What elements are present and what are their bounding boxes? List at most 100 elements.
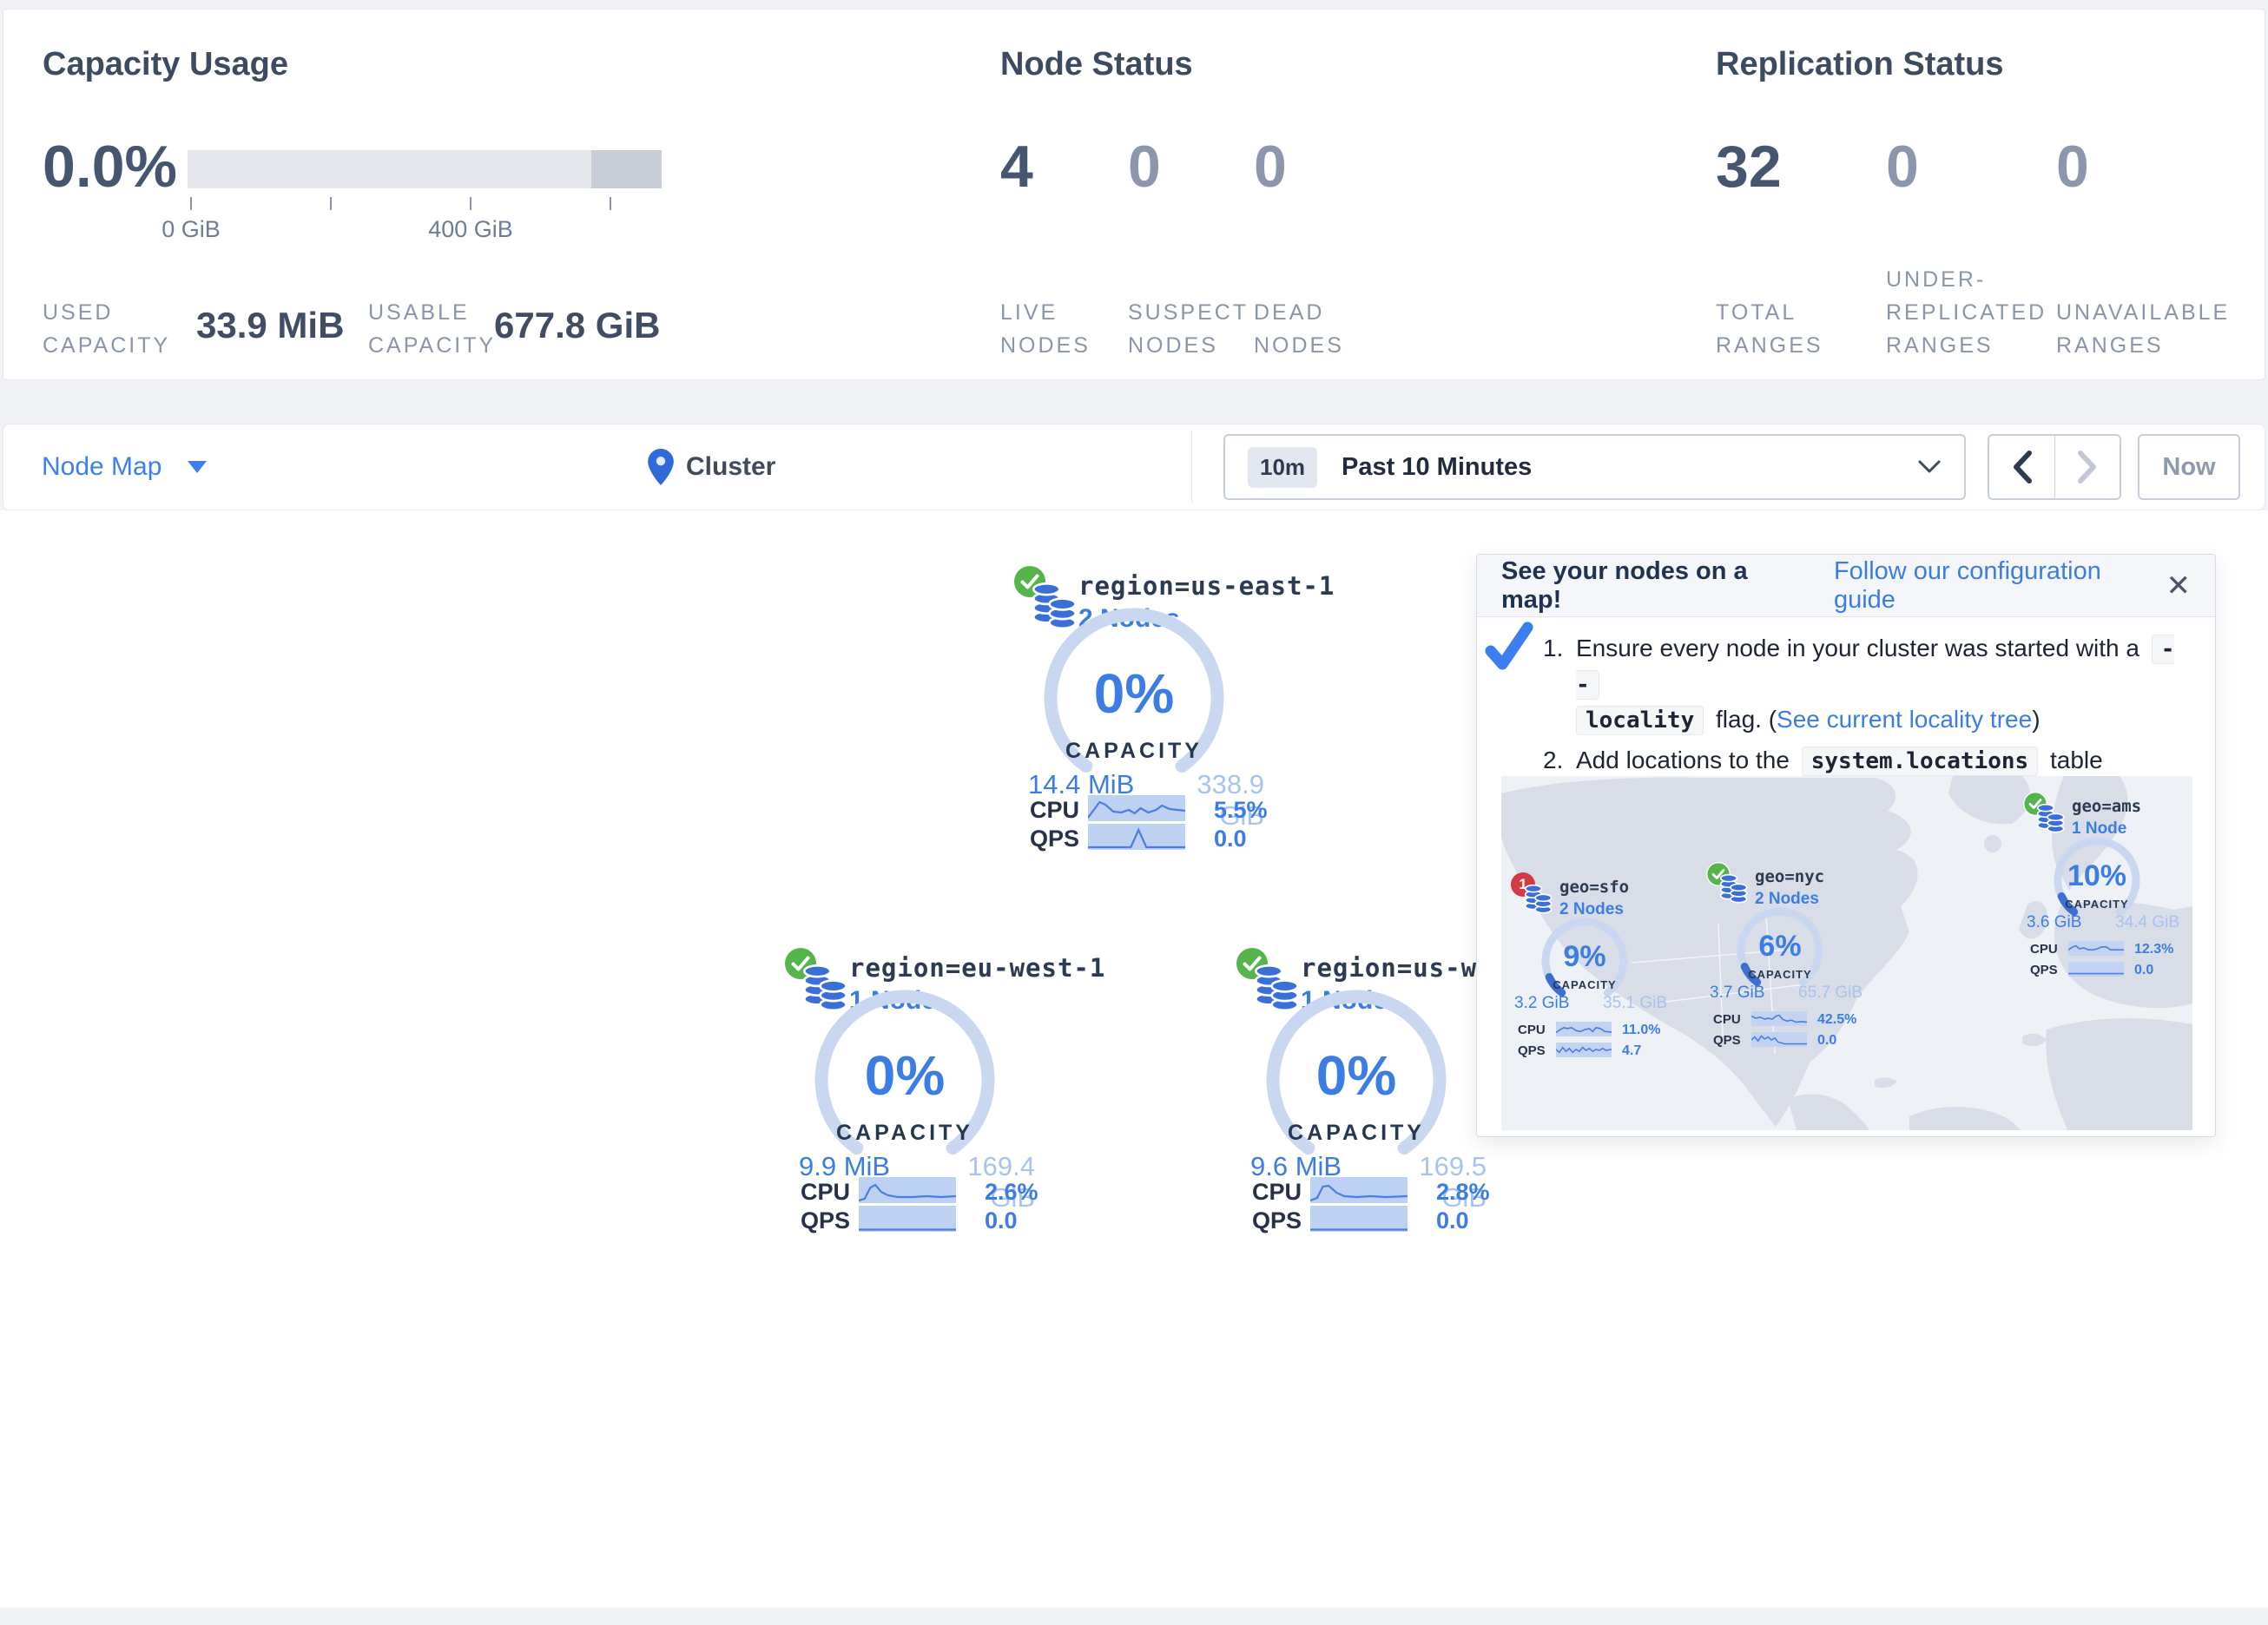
suspect-nodes-label: SUSPECT NODES	[1128, 296, 1258, 362]
capacity-usage-percent: 0.0%	[43, 133, 177, 201]
capacity-usage-title: Capacity Usage	[43, 46, 288, 83]
under-replicated-ranges-count: 0	[1886, 133, 1919, 201]
usable-capacity: 35.1 GiB	[1598, 994, 1667, 1013]
capacity-gauge-percent: 0%	[1038, 661, 1230, 726]
capacity-usage-bar	[188, 150, 662, 188]
replication-status-title: Replication Status	[1716, 46, 2004, 83]
qps-value: 0.0	[1817, 1033, 1836, 1049]
cpu-label: CPU	[2030, 942, 2058, 957]
live-nodes-count: 4	[1000, 133, 1033, 201]
close-icon[interactable]: ✕	[2166, 571, 2192, 601]
capacity-axis-label-400: 400 GiB	[401, 216, 540, 243]
capacity-gauge-label: CAPACITY	[1038, 739, 1230, 764]
now-button[interactable]: Now	[2138, 434, 2240, 500]
qps-value: 0.0	[2134, 963, 2153, 978]
qps-value: 0.0	[1214, 826, 1247, 852]
capacity-gauge-percent: 10%	[2049, 859, 2145, 893]
cpu-label: CPU	[1252, 1179, 1302, 1206]
qps-sparkline	[1556, 1043, 1612, 1057]
breadcrumb[interactable]: Cluster	[648, 424, 775, 510]
time-step-forward-button[interactable]	[2054, 436, 2120, 498]
live-nodes-label: LIVE NODES	[1000, 296, 1113, 362]
capacity-gauge-label: CAPACITY	[2049, 898, 2145, 911]
region-card-us-east-1[interactable]: region=us-east-1 2 Nodes 0% CAPACITY 14.…	[1012, 561, 1308, 860]
cpu-sparkline	[859, 1177, 956, 1203]
locality-name: geo=ams	[2072, 797, 2141, 816]
step-number: 1.	[1543, 631, 1576, 738]
qps-sparkline	[1751, 1032, 1807, 1047]
used-capacity-value: 33.9 MiB	[196, 305, 344, 346]
chevron-right-icon	[2076, 450, 2099, 484]
cpu-sparkline	[1088, 795, 1185, 821]
qps-sparkline	[2068, 962, 2124, 977]
total-ranges-count: 32	[1716, 133, 1782, 201]
region-name: region=eu-west-1	[849, 953, 1105, 983]
used-capacity: 3.6 GiB	[2027, 913, 2081, 932]
cluster-summary-panel: Capacity Usage 0.0% 0 GiB 400 GiB USED C…	[3, 9, 2265, 380]
step-complete-check-icon	[1484, 621, 1534, 671]
usable-capacity: 65.7 GiB	[1793, 984, 1863, 1003]
capacity-gauge-percent: 0%	[1261, 1043, 1452, 1108]
region-name: region=us-east-1	[1078, 571, 1335, 601]
capacity-gauge-percent: 0%	[809, 1043, 1000, 1108]
capacity-axis-tick	[470, 197, 471, 210]
view-selector-dropdown[interactable]: Node Map	[42, 424, 207, 510]
time-range-selector[interactable]: 10m Past 10 Minutes	[1223, 434, 1966, 500]
capacity-axis-tick	[610, 197, 611, 210]
step-text: )	[2032, 706, 2040, 733]
capacity-axis-tick	[190, 197, 192, 210]
dead-nodes-count: 0	[1254, 133, 1287, 201]
cpu-sparkline	[1556, 1022, 1612, 1036]
time-range-label: Past 10 Minutes	[1342, 453, 1532, 482]
cpu-label: CPU	[1713, 1012, 1741, 1027]
used-capacity-label: USED CAPACITY	[43, 296, 186, 362]
locality-tree-link[interactable]: See current locality tree	[1777, 706, 2032, 733]
view-selector-label: Node Map	[42, 452, 162, 482]
unavailable-ranges-count: 0	[2056, 133, 2089, 201]
capacity-usage-bar-reserved-segment	[591, 150, 662, 188]
now-button-label: Now	[2162, 453, 2215, 482]
qps-label: QPS	[1252, 1207, 1302, 1234]
chevron-down-icon	[1917, 459, 1942, 475]
cpu-value: 5.5%	[1214, 797, 1268, 824]
code-chip: locality	[1576, 706, 1704, 735]
qps-label: QPS	[1713, 1033, 1741, 1048]
guide-configuration-link[interactable]: Follow our configuration guide	[1834, 557, 2166, 615]
cpu-sparkline	[1751, 1011, 1807, 1026]
qps-label: QPS	[1030, 826, 1079, 852]
usable-capacity: 34.4 GiB	[2110, 913, 2179, 932]
qps-label: QPS	[2030, 963, 2058, 977]
cpu-value: 42.5%	[1817, 1012, 1856, 1028]
time-step-buttons	[1988, 434, 2121, 500]
capacity-axis-label-0: 0 GiB	[122, 216, 260, 243]
cpu-label: CPU	[1518, 1023, 1546, 1037]
cpu-value: 2.8%	[1436, 1179, 1490, 1206]
capacity-gauge-percent: 6%	[1732, 930, 1828, 964]
cpu-value: 12.3%	[2134, 942, 2173, 957]
database-stack-icon	[1523, 883, 1554, 914]
node-status-title: Node Status	[1000, 46, 1193, 83]
step-text: flag. (	[1716, 706, 1777, 733]
capacity-gauge-label: CAPACITY	[809, 1121, 1000, 1146]
total-ranges-label: TOTAL RANGES	[1716, 296, 1846, 362]
time-step-back-button[interactable]	[1989, 436, 2054, 498]
capacity-gauge-label: CAPACITY	[1537, 978, 1632, 991]
code-chip: system.locations	[1802, 747, 2038, 776]
database-stack-icon	[1718, 872, 1750, 904]
capacity-gauge-label: CAPACITY	[1732, 968, 1828, 981]
qps-sparkline	[859, 1206, 956, 1232]
suspect-nodes-count: 0	[1128, 133, 1161, 201]
example-node-map-image: 1 geo=sfo 2 Nodes 9% CAPACITY 3.2 GiB 35…	[1501, 776, 2192, 1130]
capacity-axis-tick	[330, 197, 332, 210]
used-capacity: 3.7 GiB	[1710, 984, 1764, 1003]
qps-label: QPS	[1518, 1043, 1546, 1058]
dead-nodes-label: DEAD NODES	[1254, 296, 1367, 362]
qps-sparkline	[1310, 1206, 1408, 1232]
region-card-eu-west-1[interactable]: region=eu-west-1 1 Node 0% CAPACITY 9.9 …	[783, 943, 1078, 1242]
qps-value: 4.7	[1622, 1043, 1641, 1059]
locality-name: geo=sfo	[1559, 878, 1629, 897]
qps-label: QPS	[801, 1207, 850, 1234]
step-text: Ensure every node in your cluster was st…	[1576, 635, 2139, 661]
capacity-gauge-percent: 9%	[1537, 940, 1632, 974]
guide-step-1: 1. Ensure every node in your cluster was…	[1543, 631, 2177, 738]
